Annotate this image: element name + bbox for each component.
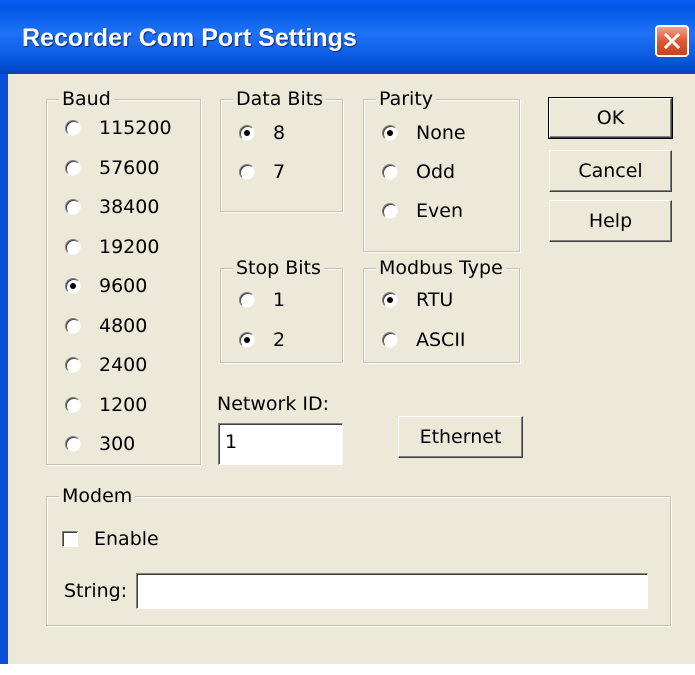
baud-legend: Baud (59, 87, 114, 111)
radio-button-icon[interactable] (382, 332, 398, 348)
ok-button[interactable]: OK (548, 97, 673, 139)
window-title: Recorder Com Port Settings (22, 24, 357, 52)
modbus-type-option-label: ASCII (416, 329, 466, 351)
radio-button-icon[interactable] (65, 396, 81, 413)
cancel-button-label: Cancel (578, 160, 643, 182)
baud-option-label: 300 (99, 433, 136, 455)
network-id-input[interactable]: 1 (218, 423, 343, 465)
modem-group: Modem Enable String: (46, 484, 671, 626)
modbus-type-option-label: RTU (416, 289, 454, 311)
parity-option-label: Even (416, 200, 463, 222)
radio-button-icon[interactable] (382, 203, 398, 219)
modbus-type-legend: Modbus Type (376, 256, 506, 280)
radio-button-icon[interactable] (65, 238, 81, 255)
radio-button-icon[interactable] (239, 332, 255, 348)
ethernet-button-label: Ethernet (419, 426, 502, 448)
help-button[interactable]: Help (549, 200, 672, 242)
help-button-label: Help (588, 210, 633, 232)
modem-enable-checkbox[interactable] (62, 531, 78, 547)
stop-bits-legend: Stop Bits (233, 256, 324, 280)
cancel-button[interactable]: Cancel (549, 150, 672, 192)
baud-option-label: 38400 (99, 196, 160, 218)
baud-option-label: 2400 (99, 354, 148, 376)
baud-option-label: 9600 (99, 275, 148, 297)
radio-button-icon[interactable] (65, 278, 81, 294)
data-bits-option-label: 7 (273, 161, 286, 183)
radio-button-icon[interactable] (239, 292, 255, 308)
baud-option-label: 115200 (99, 117, 172, 139)
data-bits-group: Data Bits 8 7 (220, 87, 343, 212)
title-bar[interactable]: Recorder Com Port Settings (0, 0, 695, 74)
radio-button-icon[interactable] (65, 357, 81, 373)
modem-legend: Modem (59, 484, 136, 508)
parity-group: Parity None Odd Even (363, 87, 520, 252)
dialog-window: Recorder Com Port Settings Baud 115200 57… (0, 0, 695, 675)
baud-option-label: 1200 (99, 393, 148, 416)
modem-string-label: String: (64, 580, 128, 602)
modbus-type-group: Modbus Type RTU ASCII (363, 256, 520, 363)
close-icon (663, 32, 681, 50)
stop-bits-option-label: 1 (273, 289, 286, 311)
modem-enable-label: Enable (94, 528, 159, 550)
radio-button-icon[interactable] (65, 317, 81, 334)
dialog-client-area: Baud 115200 57600 38400 19200 9600 4800 2400 12… (8, 74, 695, 664)
radio-button-icon[interactable] (65, 436, 81, 452)
baud-option-label: 4800 (99, 314, 148, 337)
network-id-label: Network ID: (217, 393, 330, 415)
radio-button-icon[interactable] (239, 125, 255, 141)
baud-group: Baud 115200 57600 38400 19200 9600 4800 2400 12… (46, 87, 201, 465)
stop-bits-option-label: 2 (273, 329, 286, 351)
ethernet-button[interactable]: Ethernet (398, 416, 523, 458)
radio-button-icon[interactable] (382, 292, 398, 308)
parity-option-label: Odd (416, 161, 456, 183)
stop-bits-group: Stop Bits 1 2 (220, 256, 343, 363)
parity-option-label: None (416, 122, 466, 144)
baud-option-label: 19200 (99, 235, 160, 258)
radio-button-icon[interactable] (65, 199, 81, 215)
radio-button-icon[interactable] (382, 125, 398, 141)
data-bits-option-label: 8 (273, 122, 286, 144)
radio-button-icon[interactable] (382, 164, 398, 180)
baud-option-label: 57600 (99, 156, 160, 179)
window-border (0, 74, 8, 664)
ok-button-label: OK (596, 107, 625, 129)
radio-button-icon[interactable] (239, 164, 255, 180)
radio-button-icon[interactable] (65, 120, 81, 136)
modem-string-input[interactable] (136, 573, 648, 609)
window-bottom-edge (0, 664, 695, 675)
close-button[interactable] (655, 25, 689, 57)
parity-legend: Parity (376, 87, 437, 111)
data-bits-legend: Data Bits (233, 87, 327, 111)
radio-button-icon[interactable] (65, 159, 81, 176)
